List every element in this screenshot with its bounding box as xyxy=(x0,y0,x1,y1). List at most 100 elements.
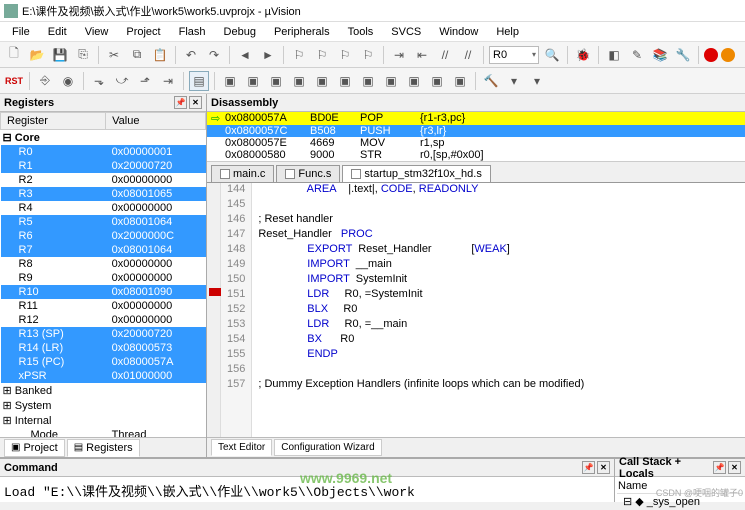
disasm-row[interactable]: 0x080005809000STRr0,[sp,#0x00] xyxy=(207,149,745,161)
find-combo[interactable]: R0 xyxy=(489,46,539,64)
menu-edit[interactable]: Edit xyxy=(40,24,75,40)
pane-close-icon[interactable]: ✕ xyxy=(597,461,610,474)
view-icon[interactable]: ▾ xyxy=(504,71,524,91)
stop-run-icon[interactable]: ◉ xyxy=(58,71,78,91)
tab-registers[interactable]: ▤ Registers xyxy=(67,439,140,457)
breakpoint-gutter[interactable] xyxy=(207,183,221,437)
registers-grid[interactable]: RegisterValue ⊟ Core R00x00000001R10x200… xyxy=(0,112,206,437)
pane-close-icon[interactable]: ✕ xyxy=(728,461,741,474)
menu-project[interactable]: Project xyxy=(118,24,168,40)
menu-peripherals[interactable]: Peripherals xyxy=(266,24,338,40)
record-icon[interactable] xyxy=(704,48,718,62)
code-line[interactable]: BLX R0 xyxy=(258,303,584,318)
save-icon[interactable]: 💾 xyxy=(50,45,70,65)
pane-pin-icon[interactable]: 📌 xyxy=(582,461,595,474)
options-icon[interactable]: 🔧 xyxy=(673,45,693,65)
nav-back-icon[interactable]: ◄ xyxy=(235,45,255,65)
disasm-row[interactable]: 0x0800057CB508PUSH{r3,lr} xyxy=(207,125,745,137)
code-line[interactable]: IMPORT SystemInit xyxy=(258,273,584,288)
disasm-row[interactable]: ⇨0x0800057ABD0EPOP{r1-r3,pc} xyxy=(207,112,745,125)
code-line[interactable]: ; Reset handler xyxy=(258,213,584,228)
config-icon[interactable]: ◧ xyxy=(604,45,624,65)
pane-close-icon[interactable]: ✕ xyxy=(189,96,202,109)
register-row[interactable]: R15 (PC)0x0800057A xyxy=(1,355,206,369)
window-analysis-icon[interactable]: ▣ xyxy=(404,71,424,91)
reg-group[interactable]: ⊞ Banked xyxy=(1,383,206,398)
register-row[interactable]: R30x08001065 xyxy=(1,187,206,201)
paste-icon[interactable]: 📋 xyxy=(150,45,170,65)
register-row[interactable]: xPSR0x01000000 xyxy=(1,369,206,383)
menu-debug[interactable]: Debug xyxy=(216,24,264,40)
internal-row[interactable]: ModeThread xyxy=(1,428,206,437)
debug-icon[interactable]: 🐞 xyxy=(573,45,593,65)
register-row[interactable]: R20x00000000 xyxy=(1,173,206,187)
clear-bookmark-icon[interactable]: ⚐ xyxy=(358,45,378,65)
window-watch-icon[interactable]: ▣ xyxy=(335,71,355,91)
register-row[interactable]: R70x08001064 xyxy=(1,243,206,257)
window-trace-icon[interactable]: ▣ xyxy=(427,71,447,91)
disassembly-view[interactable]: ⇨0x0800057ABD0EPOP{r1-r3,pc}0x0800057CB5… xyxy=(207,112,745,161)
outdent-icon[interactable]: ⇤ xyxy=(412,45,432,65)
code-line[interactable]: IMPORT __main xyxy=(258,258,584,273)
menu-help[interactable]: Help xyxy=(488,24,527,40)
menu-view[interactable]: View xyxy=(77,24,117,40)
step-out-icon[interactable]: ⬏ xyxy=(135,71,155,91)
run-to-cursor-icon[interactable]: ⇥ xyxy=(158,71,178,91)
reset-button[interactable]: RST xyxy=(4,71,24,91)
code-line[interactable]: BX R0 xyxy=(258,333,584,348)
window-symbols-icon[interactable]: ▣ xyxy=(266,71,286,91)
register-row[interactable]: R13 (SP)0x20000720 xyxy=(1,327,206,341)
register-row[interactable]: R10x20000720 xyxy=(1,159,206,173)
view2-icon[interactable]: ▾ xyxy=(527,71,547,91)
pane-pin-icon[interactable]: 📌 xyxy=(713,461,726,474)
stop-icon[interactable] xyxy=(721,48,735,62)
reg-group[interactable]: ⊞ System xyxy=(1,398,206,413)
next-bookmark-icon[interactable]: ⚐ xyxy=(335,45,355,65)
code-line[interactable] xyxy=(258,198,584,213)
cut-icon[interactable]: ✂ xyxy=(104,45,124,65)
register-row[interactable]: R80x00000000 xyxy=(1,257,206,271)
register-row[interactable]: R110x00000000 xyxy=(1,299,206,313)
run-icon[interactable]: ⎆ xyxy=(35,71,55,91)
register-row[interactable]: R60x2000000C xyxy=(1,229,206,243)
register-row[interactable]: R14 (LR)0x08000573 xyxy=(1,341,206,355)
nav-fwd-icon[interactable]: ► xyxy=(258,45,278,65)
menu-flash[interactable]: Flash xyxy=(171,24,214,40)
tools-icon[interactable]: ✎ xyxy=(627,45,647,65)
step-over-icon[interactable]: ⤻ xyxy=(112,71,132,91)
bookmark-icon[interactable]: ⚐ xyxy=(289,45,309,65)
menu-tools[interactable]: Tools xyxy=(340,24,382,40)
menu-file[interactable]: File xyxy=(4,24,38,40)
save-all-icon[interactable]: ⎘ xyxy=(73,45,93,65)
core-group[interactable]: ⊟ Core xyxy=(1,130,206,146)
window-cmd-icon[interactable]: ▣ xyxy=(220,71,240,91)
window-system-icon[interactable]: ▣ xyxy=(450,71,470,91)
pane-pin-icon[interactable]: 📌 xyxy=(174,96,187,109)
new-file-icon[interactable]: 🗋 xyxy=(4,45,24,65)
code-content[interactable]: AREA |.text|, CODE, READONLY ; Reset han… xyxy=(252,183,590,437)
code-editor[interactable]: 1441451461471481491501511521531541551561… xyxy=(207,183,745,437)
books-icon[interactable]: 📚 xyxy=(650,45,670,65)
window-regs-icon[interactable]: ▣ xyxy=(289,71,309,91)
uncomment-icon[interactable]: // xyxy=(458,45,478,65)
code-line[interactable]: ENDP xyxy=(258,348,584,363)
window-memory-icon[interactable]: ▣ xyxy=(358,71,378,91)
tab-project[interactable]: ▣ Project xyxy=(4,439,65,457)
prev-bookmark-icon[interactable]: ⚐ xyxy=(312,45,332,65)
window-serial-icon[interactable]: ▣ xyxy=(381,71,401,91)
disasm-row[interactable]: 0x0800057E4669MOVr1,sp xyxy=(207,137,745,149)
code-line[interactable]: AREA |.text|, CODE, READONLY xyxy=(258,183,584,198)
file-tab[interactable]: main.c xyxy=(211,165,274,182)
window-stack-icon[interactable]: ▣ xyxy=(312,71,332,91)
code-line[interactable]: ; Dummy Exception Handlers (infinite loo… xyxy=(258,378,584,393)
register-row[interactable]: R40x00000000 xyxy=(1,201,206,215)
tab-config-wizard[interactable]: Configuration Wizard xyxy=(274,439,381,456)
reg-group[interactable]: ⊞ Internal xyxy=(1,413,206,428)
file-tab[interactable]: Func.s xyxy=(276,165,340,182)
register-row[interactable]: R120x00000000 xyxy=(1,313,206,327)
register-row[interactable]: R50x08001064 xyxy=(1,215,206,229)
code-line[interactable]: Reset_Handler PROC xyxy=(258,228,584,243)
indent-icon[interactable]: ⇥ xyxy=(389,45,409,65)
toolbox-icon[interactable]: 🔨 xyxy=(481,71,501,91)
find-icon[interactable]: 🔍 xyxy=(542,45,562,65)
